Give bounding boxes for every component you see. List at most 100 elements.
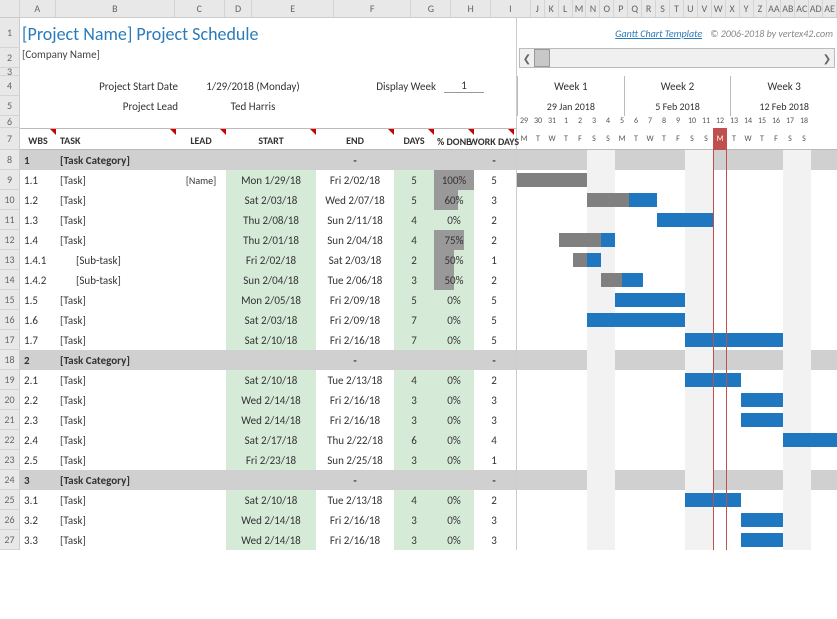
pct-cell[interactable]: 0%	[434, 390, 474, 410]
work-cell[interactable]: 1	[474, 250, 514, 270]
work-cell[interactable]: 3	[474, 510, 514, 530]
col-header-cell[interactable]: C	[175, 0, 225, 17]
task-cell[interactable]: [Task]	[56, 290, 176, 310]
task-row[interactable]: 1.7 [Task] Sat 2/10/18 Fri 2/16/18 7 0% …	[20, 330, 516, 350]
end-cell[interactable]: Fri 2/16/18	[316, 530, 394, 550]
col-header-cell[interactable]: H	[451, 0, 491, 17]
col-header-cell[interactable]: A	[20, 0, 56, 17]
task-row[interactable]: 2.1 [Task] Sat 2/10/18 Tue 2/13/18 4 0% …	[20, 370, 516, 390]
days-cell[interactable]: 3	[394, 390, 434, 410]
task-cell[interactable]: [Task]	[56, 370, 176, 390]
row-header-cell[interactable]: 19	[0, 370, 20, 390]
row-headers[interactable]: 1234567891011121314151617181920212223242…	[0, 18, 20, 550]
task-row[interactable]: 3.3 [Task] Wed 2/14/18 Fri 2/16/18 3 0% …	[20, 530, 516, 550]
pct-cell[interactable]: 60%	[434, 190, 474, 210]
pct-cell[interactable]: 0%	[434, 430, 474, 450]
task-cell[interactable]: [Task]	[56, 210, 176, 230]
pct-cell[interactable]: 0%	[434, 330, 474, 350]
scroll-right-icon[interactable]: ❯	[820, 52, 834, 65]
col-header-cell[interactable]: G	[411, 0, 451, 17]
start-cell[interactable]: Mon 2/05/18	[226, 290, 316, 310]
start-cell[interactable]: Sat 2/10/18	[226, 370, 316, 390]
work-cell[interactable]: 3	[474, 390, 514, 410]
lead-cell[interactable]: [Name]	[176, 170, 226, 190]
end-cell[interactable]: -	[316, 470, 394, 490]
wbs-cell[interactable]: 1	[20, 150, 56, 170]
start-date-value[interactable]: 1/29/2018 (Monday)	[186, 80, 320, 93]
row-header-cell[interactable]: 15	[0, 290, 20, 310]
end-cell[interactable]: Fri 2/09/18	[316, 290, 394, 310]
task-row[interactable]: 2.2 [Task] Wed 2/14/18 Fri 2/16/18 3 0% …	[20, 390, 516, 410]
lead-cell[interactable]	[176, 330, 226, 350]
col-header-cell[interactable]: AC	[795, 0, 809, 17]
days-cell[interactable]: 3	[394, 510, 434, 530]
wbs-cell[interactable]: 1.6	[20, 310, 56, 330]
lead-cell[interactable]	[176, 370, 226, 390]
end-cell[interactable]: Sat 2/03/18	[316, 250, 394, 270]
task-row[interactable]: 1.4.2 [Sub-task] Sun 2/04/18 Tue 2/06/18…	[20, 270, 516, 290]
lead-cell[interactable]	[176, 490, 226, 510]
lead-cell[interactable]	[176, 430, 226, 450]
row-header-cell[interactable]: 4	[0, 76, 20, 96]
category-row[interactable]: 1 [Task Category] - -	[20, 150, 516, 170]
task-cell[interactable]: [Task]	[56, 230, 176, 250]
wbs-cell[interactable]: 2.4	[20, 430, 56, 450]
row-header-cell[interactable]: 23	[0, 450, 20, 470]
lead-cell[interactable]	[176, 250, 226, 270]
pct-cell[interactable]: 50%	[434, 250, 474, 270]
task-cell[interactable]: [Task Category]	[56, 150, 226, 170]
task-cell[interactable]: [Task]	[56, 510, 176, 530]
task-row[interactable]: 2.5 [Task] Fri 2/23/18 Sun 2/25/18 3 0% …	[20, 450, 516, 470]
task-cell[interactable]: [Task Category]	[56, 470, 226, 490]
category-row[interactable]: 3 [Task Category] - -	[20, 470, 516, 490]
scroll-left-icon[interactable]: ❮	[520, 52, 534, 65]
work-cell[interactable]: 5	[474, 290, 514, 310]
task-cell[interactable]: [Task]	[56, 450, 176, 470]
lead-cell[interactable]	[176, 210, 226, 230]
row-header-cell[interactable]: 26	[0, 510, 20, 530]
work-cell[interactable]: 2	[474, 270, 514, 290]
start-cell[interactable]: Thu 2/08/18	[226, 210, 316, 230]
days-cell[interactable]: 4	[394, 490, 434, 510]
col-header-cell[interactable]: AE	[823, 0, 837, 17]
col-header-cell[interactable]: N	[586, 0, 600, 17]
row-header-cell[interactable]: 27	[0, 530, 20, 550]
row-header-cell[interactable]: 5	[0, 96, 20, 116]
pct-cell[interactable]: 0%	[434, 530, 474, 550]
col-header-cell[interactable]: AA	[767, 0, 781, 17]
days-cell[interactable]: 5	[394, 190, 434, 210]
days-cell[interactable]: 5	[394, 290, 434, 310]
wbs-cell[interactable]: 1.2	[20, 190, 56, 210]
row-header-cell[interactable]: 24	[0, 470, 20, 490]
work-cell[interactable]: 4	[474, 430, 514, 450]
col-header-cell[interactable]: Q	[628, 0, 642, 17]
row-header-cell[interactable]: 1	[0, 18, 20, 48]
row-header-cell[interactable]: 20	[0, 390, 20, 410]
lead-cell[interactable]	[176, 530, 226, 550]
pct-cell[interactable]: 100%	[434, 170, 474, 190]
start-cell[interactable]: Sat 2/17/18	[226, 430, 316, 450]
col-header-cell[interactable]: AB	[781, 0, 795, 17]
start-cell[interactable]: Fri 2/23/18	[226, 450, 316, 470]
end-cell[interactable]: Thu 2/22/18	[316, 430, 394, 450]
col-header-cell[interactable]: I	[491, 0, 531, 17]
task-row[interactable]: 2.4 [Task] Sat 2/17/18 Thu 2/22/18 6 0% …	[20, 430, 516, 450]
scroll-thumb[interactable]	[534, 49, 550, 67]
start-cell[interactable]: Wed 2/14/18	[226, 510, 316, 530]
template-link[interactable]: Gantt Chart Template	[615, 27, 702, 40]
start-cell[interactable]: Wed 2/14/18	[226, 530, 316, 550]
task-cell[interactable]: [Task]	[56, 490, 176, 510]
wbs-cell[interactable]: 3.1	[20, 490, 56, 510]
start-cell[interactable]: Sat 2/10/18	[226, 490, 316, 510]
lead-cell[interactable]	[176, 230, 226, 250]
end-cell[interactable]: Wed 2/07/18	[316, 190, 394, 210]
task-cell[interactable]: [Task]	[56, 390, 176, 410]
wbs-cell[interactable]: 2.5	[20, 450, 56, 470]
work-cell[interactable]: 3	[474, 530, 514, 550]
wbs-cell[interactable]: 3	[20, 470, 56, 490]
wbs-cell[interactable]: 2.3	[20, 410, 56, 430]
task-row[interactable]: 1.5 [Task] Mon 2/05/18 Fri 2/09/18 5 0% …	[20, 290, 516, 310]
days-cell[interactable]: 7	[394, 310, 434, 330]
start-cell[interactable]: Sat 2/03/18	[226, 190, 316, 210]
wbs-cell[interactable]: 2.1	[20, 370, 56, 390]
